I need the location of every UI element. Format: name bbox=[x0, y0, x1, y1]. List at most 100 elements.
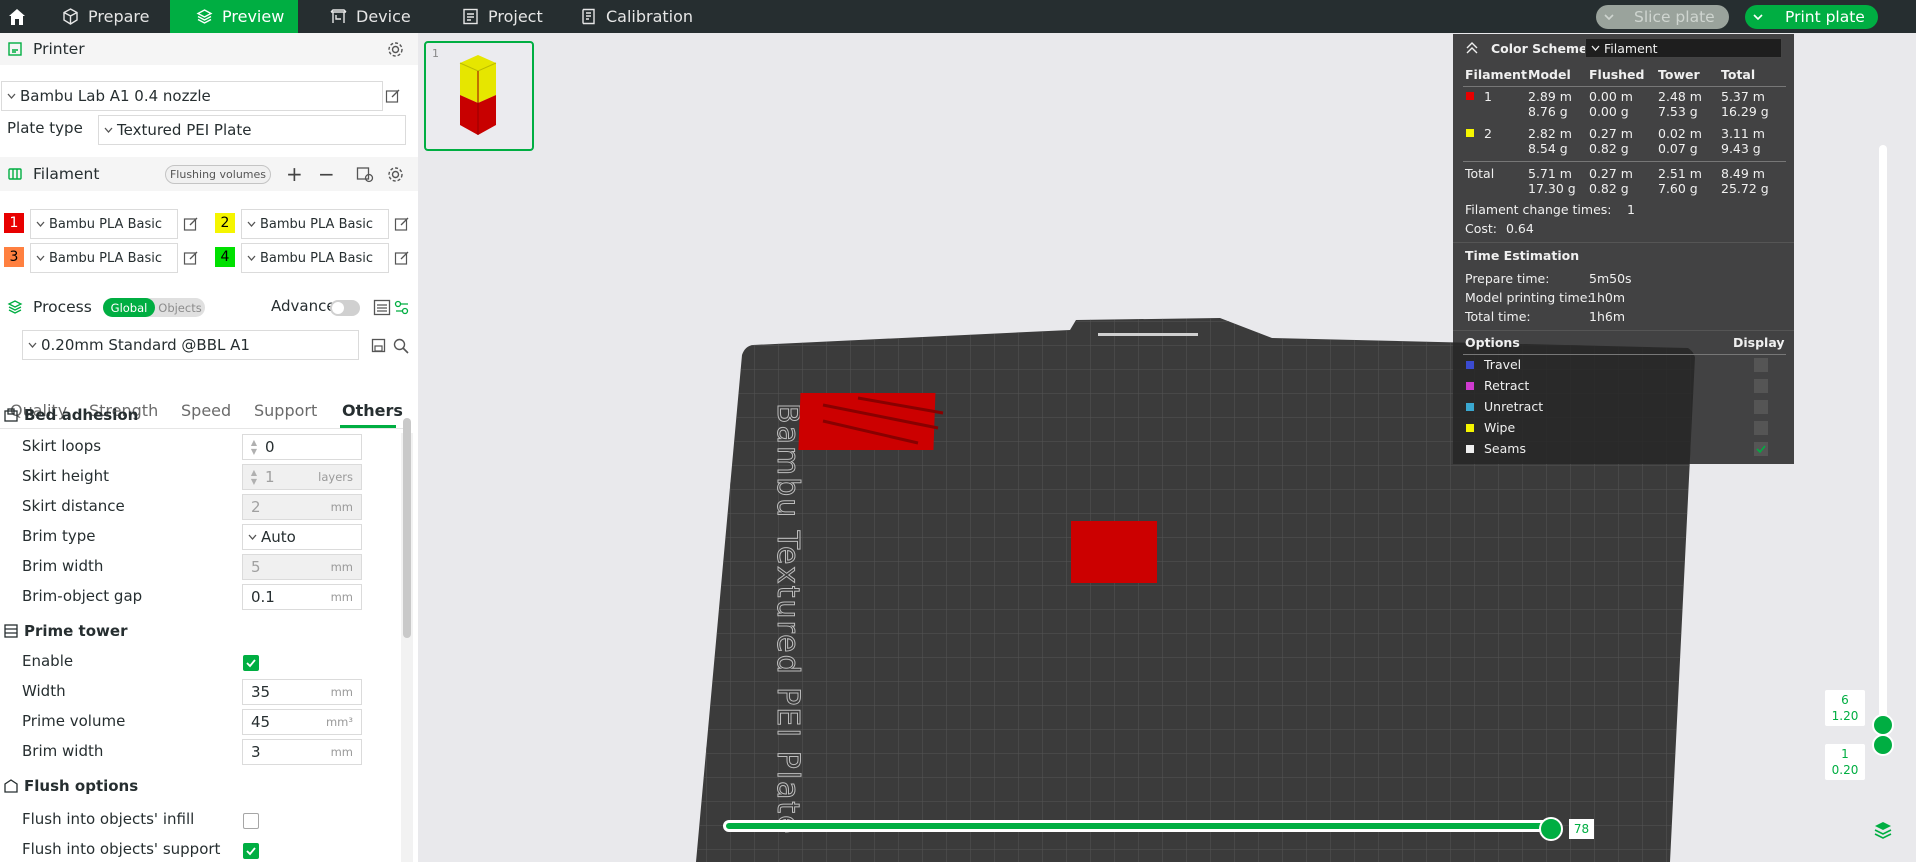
print-plate-button[interactable]: Print plate bbox=[1745, 5, 1878, 29]
unit-label: mm bbox=[330, 685, 353, 699]
settings-scrollbar-thumb[interactable] bbox=[403, 418, 411, 638]
printer-name: Bambu Lab A1 0.4 nozzle bbox=[20, 87, 211, 105]
skirt-loops-input[interactable]: ▲ ▼ 0 bbox=[242, 434, 362, 460]
option-retract: Retract bbox=[1484, 378, 1530, 393]
process-section-title: Process bbox=[33, 298, 92, 316]
model-length: 2.82 m bbox=[1528, 126, 1572, 141]
prime-tower-header: Prime tower bbox=[0, 616, 400, 646]
objects-toggle[interactable]: Objects bbox=[155, 298, 205, 317]
edit-icon[interactable] bbox=[183, 250, 199, 266]
spin-icon[interactable]: ▲ ▼ bbox=[243, 435, 265, 459]
enable-checkbox[interactable] bbox=[243, 655, 259, 671]
filament-name: Bambu PLA Basic bbox=[260, 250, 373, 266]
tab-project[interactable]: Project bbox=[462, 0, 562, 33]
filament-chip-1[interactable]: 1 bbox=[4, 213, 24, 233]
process-preset-value: 0.20mm Standard @BBL A1 bbox=[41, 336, 250, 354]
chevron-down-icon bbox=[2, 93, 20, 99]
filament-select-4[interactable]: Bambu PLA Basic bbox=[241, 243, 389, 273]
move-slider[interactable] bbox=[723, 820, 1558, 832]
flush-infill-checkbox[interactable] bbox=[243, 813, 259, 829]
tower-width-input[interactable]: 35 mm bbox=[242, 679, 362, 705]
global-toggle[interactable]: Global bbox=[103, 298, 155, 317]
plate-thumbnail[interactable]: 1 bbox=[424, 41, 534, 151]
skirt-distance-input[interactable]: 2 mm bbox=[242, 494, 362, 520]
printer-section-title: Printer bbox=[33, 40, 85, 58]
tab-device[interactable]: Device bbox=[330, 0, 430, 33]
edit-icon[interactable] bbox=[183, 216, 199, 232]
tab-calibration[interactable]: Calibration bbox=[580, 0, 700, 33]
filament-chip-2[interactable]: 2 bbox=[215, 213, 235, 233]
total-row-label: Total bbox=[1465, 166, 1495, 181]
prime-volume-input[interactable]: 45 mm³ bbox=[242, 709, 362, 735]
chevron-down-icon bbox=[1596, 14, 1622, 20]
brim-type-select[interactable]: Auto bbox=[242, 524, 362, 550]
flush-support-checkbox[interactable] bbox=[243, 843, 259, 859]
plate-type-label: Plate type bbox=[7, 119, 83, 137]
model-length: 5.71 m bbox=[1528, 166, 1572, 181]
tab-label: Calibration bbox=[606, 7, 694, 26]
brim-width-input[interactable]: 5 mm bbox=[242, 554, 362, 580]
filament-2-swatch bbox=[1466, 129, 1474, 137]
flushed-length: 0.00 m bbox=[1589, 89, 1633, 104]
filament-select-2[interactable]: Bambu PLA Basic bbox=[241, 209, 389, 239]
unretract-display-checkbox[interactable] bbox=[1754, 400, 1768, 414]
brim-width-value: 5 bbox=[251, 558, 261, 576]
filament-select-3[interactable]: Bambu PLA Basic bbox=[30, 243, 178, 273]
search-icon[interactable] bbox=[393, 338, 409, 354]
home-button[interactable] bbox=[0, 0, 34, 33]
tab-label: Device bbox=[356, 7, 411, 26]
edit-icon[interactable] bbox=[394, 216, 410, 232]
global-objects-toggle[interactable]: Global Objects bbox=[103, 298, 205, 317]
filament-name: Bambu PLA Basic bbox=[49, 250, 162, 266]
gear-icon[interactable] bbox=[387, 166, 404, 183]
advance-toggle[interactable] bbox=[330, 300, 360, 316]
plate-type-select[interactable]: Textured PEI Plate bbox=[98, 115, 406, 145]
plate-type-value: Textured PEI Plate bbox=[117, 121, 252, 139]
tab-prepare[interactable]: Prepare bbox=[62, 0, 170, 33]
add-filament-icon[interactable]: + bbox=[286, 162, 303, 186]
unit-label: mm bbox=[330, 745, 353, 759]
remove-filament-icon[interactable]: − bbox=[318, 162, 335, 186]
model-object-2[interactable] bbox=[1071, 521, 1157, 583]
top-layer-height: 1.20 bbox=[1831, 709, 1859, 723]
layer-slider-top-handle[interactable] bbox=[1872, 714, 1894, 736]
list-icon[interactable] bbox=[373, 299, 391, 316]
wipe-display-checkbox[interactable] bbox=[1754, 421, 1768, 435]
filament-name: Bambu PLA Basic bbox=[260, 216, 373, 232]
edit-icon[interactable] bbox=[394, 250, 410, 266]
compare-icon[interactable] bbox=[394, 299, 410, 316]
layer-slider-bottom-handle[interactable] bbox=[1872, 734, 1894, 756]
retract-display-checkbox[interactable] bbox=[1754, 379, 1768, 393]
flushed-weight: 0.82 g bbox=[1589, 141, 1629, 156]
process-icon bbox=[7, 300, 23, 314]
flushing-volumes-button[interactable]: Flushing volumes bbox=[165, 165, 271, 184]
layers-stack-icon[interactable] bbox=[1873, 820, 1893, 840]
col-header-flushed: Flushed bbox=[1589, 67, 1645, 82]
filament-chip-3[interactable]: 3 bbox=[4, 247, 24, 267]
color-scheme-select[interactable]: Filament bbox=[1585, 38, 1782, 58]
printer-select[interactable]: Bambu Lab A1 0.4 nozzle bbox=[1, 81, 383, 111]
filament-chip-4[interactable]: 4 bbox=[215, 247, 235, 267]
brim-gap-input[interactable]: 0.1 mm bbox=[242, 584, 362, 610]
tab-preview[interactable]: Preview bbox=[170, 0, 298, 33]
save-icon[interactable] bbox=[371, 338, 386, 353]
skirt-loops-value: 0 bbox=[265, 438, 275, 456]
tab-label: Preview bbox=[222, 7, 285, 26]
process-preset-select[interactable]: 0.20mm Standard @BBL A1 bbox=[22, 330, 359, 360]
total-time-value: 1h6m bbox=[1589, 309, 1626, 324]
seams-display-checkbox[interactable] bbox=[1754, 442, 1768, 456]
model-time-label: Model printing time: bbox=[1465, 290, 1592, 305]
sync-icon[interactable] bbox=[356, 166, 374, 183]
tower-brim-width-input[interactable]: 3 mm bbox=[242, 739, 362, 765]
move-slider-handle[interactable] bbox=[1539, 817, 1563, 841]
slice-plate-button[interactable]: Slice plate bbox=[1596, 5, 1729, 29]
skirt-height-input[interactable]: ▲ ▼ 1 layers bbox=[242, 464, 362, 490]
gear-icon[interactable] bbox=[387, 41, 404, 58]
slice-plate-label: Slice plate bbox=[1634, 8, 1715, 26]
travel-display-checkbox[interactable] bbox=[1754, 358, 1768, 372]
collapse-icon[interactable] bbox=[1466, 42, 1478, 54]
layer-slider[interactable] bbox=[1879, 145, 1887, 737]
home-icon bbox=[9, 8, 25, 25]
edit-icon[interactable] bbox=[385, 88, 401, 104]
filament-select-1[interactable]: Bambu PLA Basic bbox=[30, 209, 178, 239]
